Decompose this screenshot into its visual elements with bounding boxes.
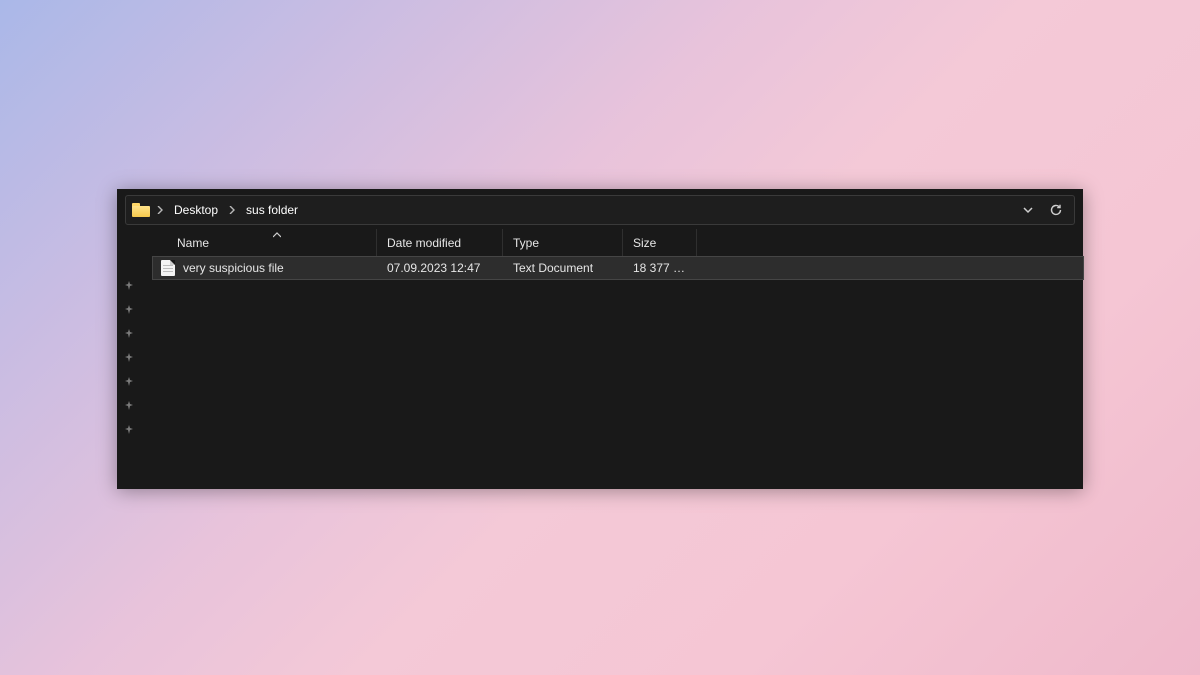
file-name: very suspicious file (183, 261, 284, 275)
breadcrumb-segment-desktop[interactable]: Desktop (170, 201, 222, 219)
column-header-type[interactable]: Type (503, 229, 623, 256)
column-headers: Name Date modified Type Size (153, 229, 1083, 257)
pin-icon[interactable] (124, 329, 134, 339)
column-header-label: Name (177, 236, 209, 250)
pin-icon[interactable] (124, 353, 134, 363)
chevron-right-icon[interactable] (154, 206, 166, 214)
pin-icon[interactable] (124, 377, 134, 387)
column-header-label: Size (633, 236, 656, 250)
file-name-cell: very suspicious file (153, 260, 377, 276)
chevron-down-icon (1022, 204, 1034, 216)
sort-ascending-icon (273, 232, 281, 238)
nav-sidebar (117, 229, 141, 489)
text-file-icon (161, 260, 175, 276)
refresh-icon (1049, 203, 1063, 217)
refresh-button[interactable] (1044, 198, 1068, 222)
chevron-right-icon[interactable] (226, 206, 238, 214)
column-header-label: Type (513, 236, 539, 250)
column-header-size[interactable]: Size (623, 229, 697, 256)
address-row: Desktop sus folder (117, 189, 1083, 229)
pin-icon[interactable] (124, 281, 134, 291)
breadcrumb-segment-current[interactable]: sus folder (242, 201, 302, 219)
file-list-area: Name Date modified Type Size (141, 229, 1083, 489)
column-header-label: Date modified (387, 236, 461, 250)
pin-icon[interactable] (124, 305, 134, 315)
file-type-cell: Text Document (503, 261, 623, 275)
file-explorer-window: Desktop sus folder (117, 189, 1083, 489)
pin-icon[interactable] (124, 401, 134, 411)
body-area: Name Date modified Type Size (117, 229, 1083, 489)
column-header-date[interactable]: Date modified (377, 229, 503, 256)
column-header-name[interactable]: Name (153, 229, 377, 256)
folder-icon (132, 203, 150, 217)
file-row[interactable]: very suspicious file 07.09.2023 12:47 Te… (153, 257, 1083, 279)
file-size-cell: 18 377 KB (623, 261, 697, 275)
history-dropdown-button[interactable] (1016, 198, 1040, 222)
file-rows[interactable]: very suspicious file 07.09.2023 12:47 Te… (153, 257, 1083, 489)
pin-icon[interactable] (124, 425, 134, 435)
address-bar[interactable]: Desktop sus folder (125, 195, 1075, 225)
file-date-cell: 07.09.2023 12:47 (377, 261, 503, 275)
